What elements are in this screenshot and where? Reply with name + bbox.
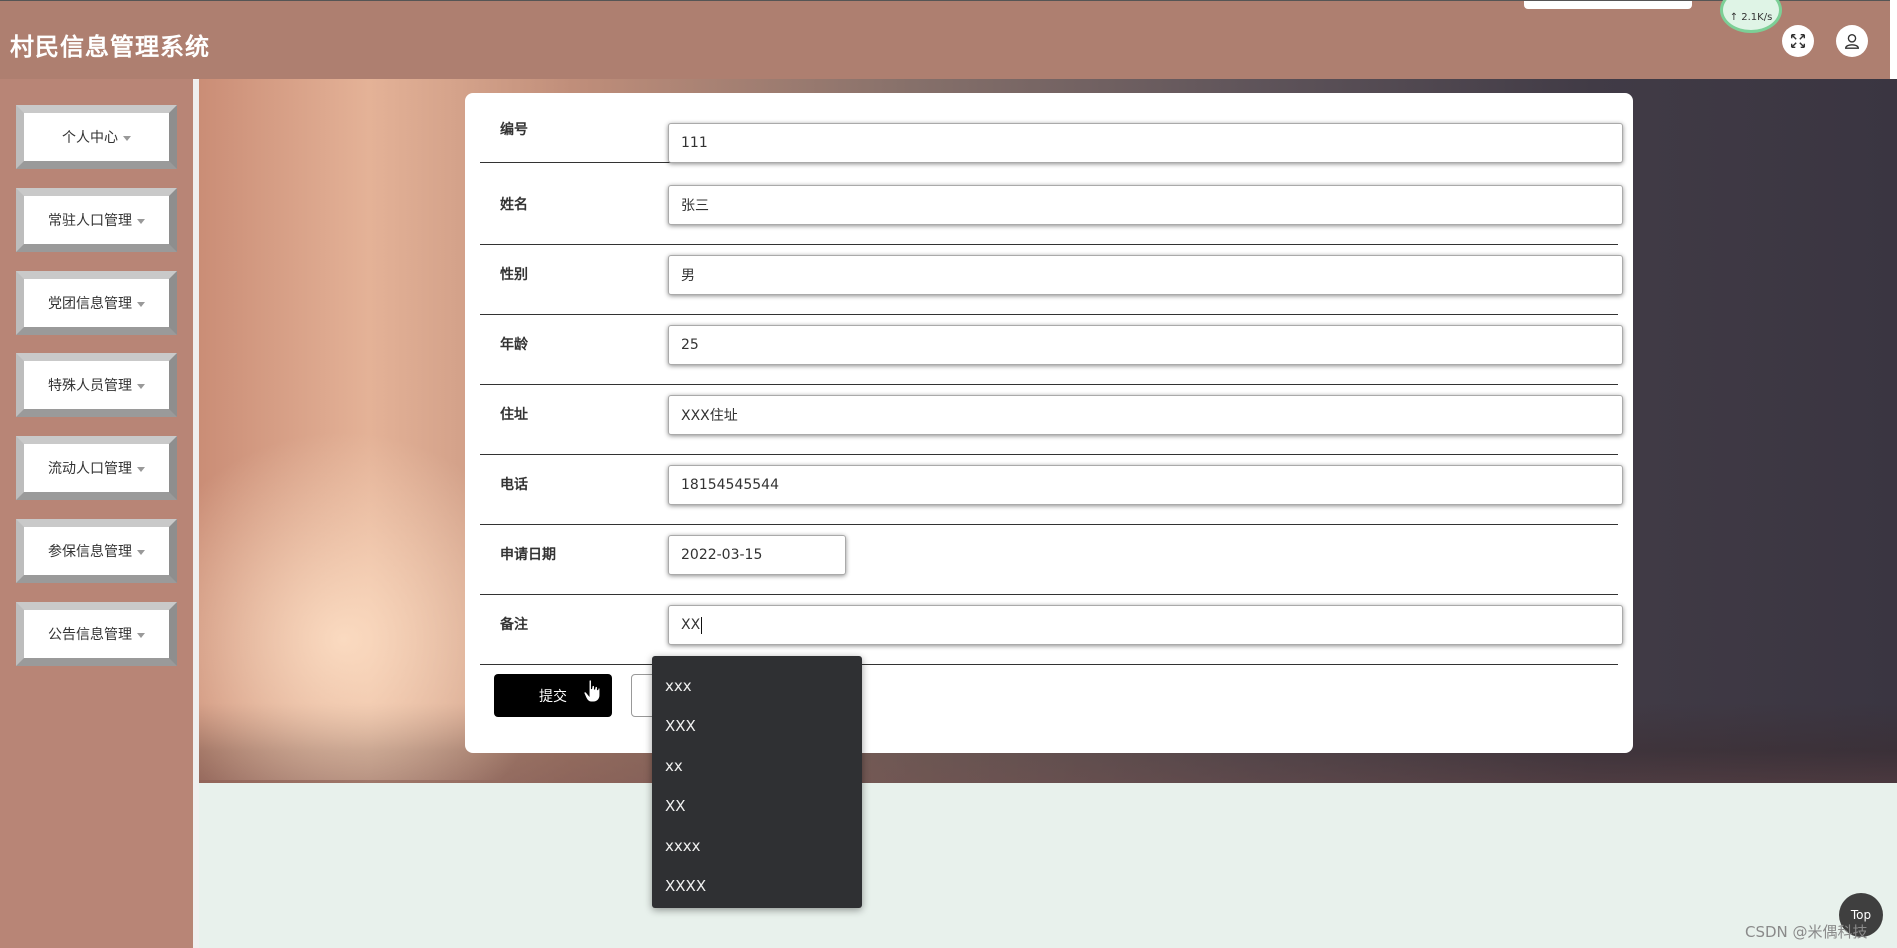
sidebar-item-special-persons[interactable]: 特殊人员管理 <box>16 353 177 417</box>
input-value: 张三 <box>681 198 709 214</box>
field-label: 姓名 <box>500 197 528 213</box>
apply-date-input[interactable]: 2022-03-15 <box>668 535 846 575</box>
app-title: 村民信息管理系统 <box>10 33 210 61</box>
caret-down-icon <box>137 301 145 307</box>
input-value: 25 <box>681 337 699 353</box>
sidebar-item-personal-center[interactable]: 个人中心 <box>16 105 177 169</box>
sidebar-item-party-info[interactable]: 党团信息管理 <box>16 271 177 335</box>
sidebar-item-label: 参保信息管理 <box>48 544 132 560</box>
autocomplete-option[interactable]: xx <box>652 746 862 786</box>
sidebar-item-resident-population[interactable]: 常驻人口管理 <box>16 188 177 252</box>
autocomplete-option[interactable]: XXX <box>652 706 862 746</box>
autocomplete-option[interactable]: XXXX <box>652 866 862 906</box>
hand-cursor-icon <box>583 679 601 703</box>
name-input[interactable]: 张三 <box>668 185 1623 225</box>
field-label: 年龄 <box>500 337 528 353</box>
autocomplete-option[interactable]: xxx <box>652 666 862 706</box>
field-label: 编号 <box>500 122 528 138</box>
field-label: 性别 <box>500 267 528 283</box>
sidebar-item-label: 常驻人口管理 <box>48 213 132 229</box>
window-edge <box>1890 0 1897 79</box>
input-value: 18154545544 <box>681 477 779 493</box>
caret-down-icon <box>137 549 145 555</box>
browser-toolbar-strip <box>1524 1 1692 9</box>
phone-input[interactable]: 18154545544 <box>668 465 1623 505</box>
sidebar-item-label: 特殊人员管理 <box>48 378 132 394</box>
back-to-top-label: Top <box>1850 908 1872 922</box>
form-row-name: 姓名 张三 <box>480 175 1623 245</box>
form-row-age: 年龄 25 <box>480 315 1623 385</box>
sidebar-item-label: 公告信息管理 <box>48 627 132 643</box>
sidebar-item-floating-population[interactable]: 流动人口管理 <box>16 436 177 500</box>
text-cursor <box>701 616 703 634</box>
form-row-apply-date: 申请日期 2022-03-15 <box>480 525 1618 595</box>
field-label: 申请日期 <box>500 547 556 563</box>
field-label: 住址 <box>500 407 528 423</box>
input-value: 111 <box>681 135 708 151</box>
input-value: XXX住址 <box>681 408 738 424</box>
sidebar-item-label: 个人中心 <box>62 130 118 146</box>
sidebar-item-insurance-info[interactable]: 参保信息管理 <box>16 519 177 583</box>
id-input[interactable]: 111 <box>668 123 1623 163</box>
remarks-input[interactable]: XX <box>668 605 1623 645</box>
form-row-remarks: 备注 XX <box>480 595 1623 665</box>
sidebar-divider <box>193 79 199 948</box>
submit-label: 提交 <box>539 688 567 705</box>
caret-down-icon <box>137 632 145 638</box>
field-label: 电话 <box>500 477 528 493</box>
form-row-gender: 性别 男 <box>480 245 1623 315</box>
watermark: CSDN @米偶科技 <box>1745 923 1868 941</box>
form-card: 编号 111 姓名 张三 性别 男 年龄 25 住址 XXX住址 电话 1815… <box>465 93 1633 753</box>
user-button[interactable] <box>1836 25 1868 57</box>
app-header: 村民信息管理系统 ↑ 2.1K/s <box>0 0 1890 79</box>
network-speed-text: ↑ 2.1K/s <box>1729 12 1773 23</box>
sidebar-item-label: 流动人口管理 <box>48 461 132 477</box>
expand-icon <box>1790 33 1806 49</box>
form-row-phone: 电话 18154545544 <box>480 455 1623 525</box>
input-value: 男 <box>681 268 695 284</box>
autocomplete-option[interactable]: XX <box>652 786 862 826</box>
autocomplete-option[interactable]: xxxx <box>652 826 862 866</box>
gender-input[interactable]: 男 <box>668 255 1623 295</box>
sidebar-item-label: 党团信息管理 <box>48 296 132 312</box>
form-row-address: 住址 XXX住址 <box>480 385 1623 455</box>
form-row-id: 编号 111 <box>480 93 1623 163</box>
fullscreen-button[interactable] <box>1782 25 1814 57</box>
address-input[interactable]: XXX住址 <box>668 395 1623 435</box>
user-icon <box>1845 34 1859 49</box>
caret-down-icon <box>137 466 145 472</box>
field-label: 备注 <box>500 617 528 633</box>
caret-down-icon <box>137 383 145 389</box>
autocomplete-dropdown: xxx XXX xx XX xxxx XXXX <box>652 656 862 908</box>
caret-down-icon <box>123 135 131 141</box>
age-input[interactable]: 25 <box>668 325 1623 365</box>
input-value: 2022-03-15 <box>681 547 763 563</box>
network-speed-badge: ↑ 2.1K/s <box>1720 0 1782 33</box>
caret-down-icon <box>137 218 145 224</box>
input-value: XX <box>681 617 701 633</box>
sidebar-item-announcements[interactable]: 公告信息管理 <box>16 602 177 666</box>
